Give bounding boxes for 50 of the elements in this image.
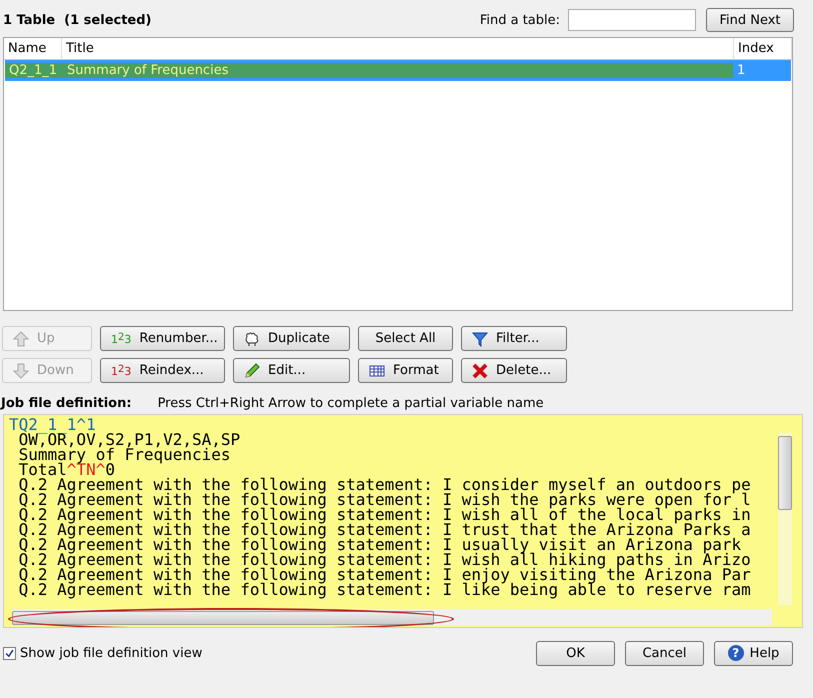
pencil-icon [244, 362, 260, 378]
dialog-button[interactable]: OK [536, 640, 615, 666]
table-cell: Summary of Frequencies [63, 63, 733, 78]
code-line: Q.2 Agreement with the following statement: I wish the parks were open for l [18, 492, 751, 507]
show-view-checkbox[interactable]: Show job file definition view [3, 646, 536, 660]
column-header[interactable]: Index [734, 38, 792, 59]
code-line: Q.2 Agreement with the following statement: I wish all hiking paths in Arizo [18, 552, 751, 567]
checkbox-label: Show job file definition view [20, 646, 202, 660]
tool-button[interactable]: Filter... [461, 326, 567, 351]
cross-icon [472, 362, 488, 378]
tool-button[interactable]: Edit... [233, 358, 350, 383]
code-line: Q.2 Agreement with the following statement: I like being able to reserve ram [18, 582, 751, 597]
code-line: Q.2 Agreement with the following statement: I enjoy visiting the Arizona Par [18, 567, 751, 582]
code-line: Q.2 Agreement with the following statement: I wish all of the local parks in [18, 507, 751, 522]
scroll-thumb[interactable] [12, 611, 434, 625]
find-field[interactable] [568, 9, 696, 31]
tool-button[interactable]: Duplicate [233, 326, 350, 351]
code-line: TQ2_1_1^1 [9, 417, 96, 432]
table-cell-text: 1 [736, 63, 746, 78]
column-header[interactable]: Name [4, 38, 62, 59]
vertical-scrollbar[interactable] [778, 433, 792, 605]
hint-text: Press Ctrl+Right Arrow to complete a partial variable name [158, 396, 544, 410]
table-count-label: 1 Table (1 selected) [3, 12, 152, 28]
code-line: OW,OR,OV,S2,P1,V2,SA,SP [18, 432, 240, 447]
funnel-icon [472, 330, 488, 346]
code-editor[interactable] [3, 414, 803, 628]
horizontal-scrollbar[interactable] [12, 609, 772, 625]
find-next-button[interactable]: Find Next [706, 8, 794, 32]
scroll-thumb[interactable] [778, 436, 792, 510]
tool-button[interactable]: Select All [358, 326, 453, 351]
dialog-button[interactable]: Cancel [625, 640, 704, 666]
code-line: Q.2 Agreement with the following statement: I usually visit an Arizona park [18, 537, 742, 552]
help-icon: ? [728, 645, 744, 661]
column-header[interactable]: Title [62, 38, 734, 59]
tool-button[interactable]: Format [358, 358, 453, 383]
table-cell: Q2_1_1 [5, 63, 63, 78]
tool-button[interactable]: Delete... [461, 358, 567, 383]
code-line: Summary of Frequencies [18, 447, 231, 462]
code-line: Q.2 Agreement with the following statement: I trust that the Arizona Parks a [18, 522, 751, 537]
arrow-up-icon [13, 330, 29, 346]
checkbox[interactable] [3, 646, 16, 660]
find-label: Find a table: [480, 12, 560, 28]
arrow-down-icon [13, 362, 29, 378]
sheep-icon [244, 330, 260, 346]
grid-icon [369, 362, 385, 378]
code-line: Total^TN^0 [18, 462, 115, 477]
dialog-button[interactable]: ? Help [714, 640, 793, 666]
code-line: Q.2 Agreement with the following statement: I consider myself an outdoors pe [18, 477, 751, 492]
job-definition-label: Job file definition: [0, 396, 132, 410]
checkmark-icon [4, 648, 15, 658]
